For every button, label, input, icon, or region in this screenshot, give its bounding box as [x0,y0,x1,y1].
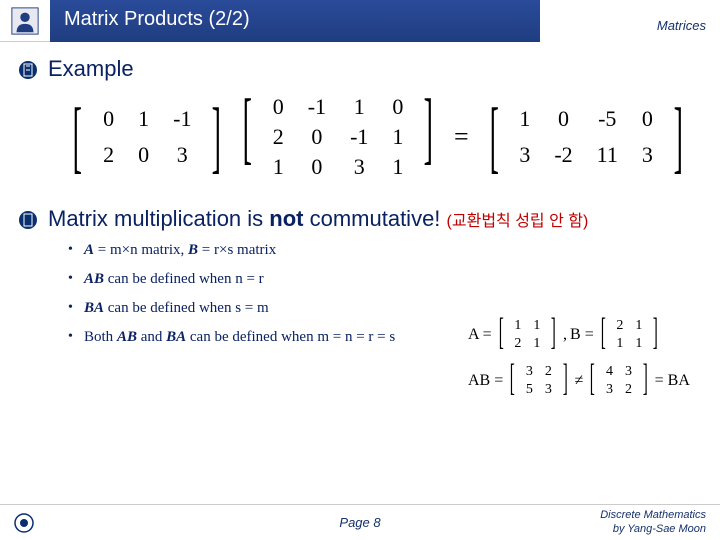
counter-row-2: AB = [3253] ≠ [4332] = BA [468,362,698,400]
counter-row-1: A = [1121] , B = [2111] [468,316,698,354]
person-icon [0,0,50,42]
list-item: BA can be defined when s = m [68,300,702,317]
equals-sign: = [454,122,469,152]
university-logo [14,513,34,533]
section-example: Example [18,56,702,82]
slide-title: Matrix Products (2/2) [50,0,540,42]
matrix-A: [ 01-1203 ] [64,101,230,173]
slide-body: Example [ 01-1203 ] [ 0-11020-111031 ] =… [0,42,720,346]
example-label: Example [48,56,134,82]
commutative-text: Matrix multiplication is not commutative… [48,206,588,232]
matrix-C-cells: 10-503-2113 [507,101,665,173]
footer-credit: Discrete Mathematics by Yang-Sae Moon [600,509,706,535]
section-commutative: Matrix multiplication is not commutative… [18,206,702,232]
slide-category: Matrices [540,0,720,42]
matrix-B-cells: 0-11020-111031 [261,92,416,182]
slide-header: Matrix Products (2/2) Matrices [0,0,720,42]
bullet-icon [18,60,38,80]
bullet-icon [18,210,38,230]
list-item: AB can be defined when n = r [68,271,702,288]
matrix-equation: [ 01-1203 ] [ 0-11020-111031 ] = [ 10-50… [54,92,702,182]
list-item: A = m×n matrix, B = r×s matrix [68,242,702,259]
slide-footer: Page 8 Discrete Mathematics by Yang-Sae … [0,504,720,540]
korean-note: (교환법칙 성립 안 함) [447,213,589,230]
matrix-B: [ 0-11020-111031 ] [234,92,442,182]
page-number: Page 8 [339,515,380,530]
counter-example: A = [1121] , B = [2111] AB = [3253] ≠ [4… [468,316,698,408]
matrix-A-cells: 01-1203 [91,101,203,173]
matrix-C: [ 10-503-2113 ] [481,101,692,173]
